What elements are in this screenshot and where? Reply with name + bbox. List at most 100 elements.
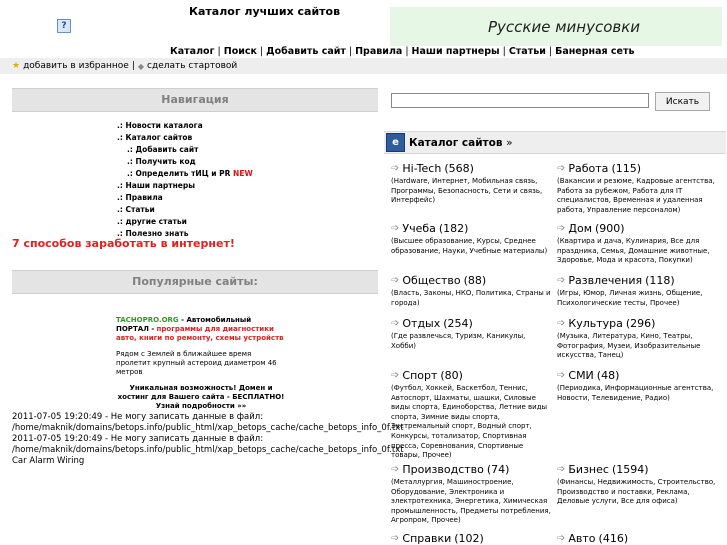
folder-arrow-icon: ➩ xyxy=(391,163,400,174)
catalog-title-arrow: » xyxy=(506,137,513,149)
category-link[interactable]: ➩ Общество (88) xyxy=(391,274,551,287)
broken-image-icon: ? xyxy=(57,19,71,33)
utility-bar: ★ добавить в избранное | ◆ сделать старт… xyxy=(0,58,727,74)
category-name: Учеба xyxy=(402,222,436,235)
utility-separator: | xyxy=(131,61,135,71)
nav-item-add-site[interactable]: .: Добавить сайт xyxy=(117,144,253,156)
folder-arrow-icon: ➩ xyxy=(391,275,400,286)
category-description: (Власть, Законы, НКО, Политика, Страны и… xyxy=(391,289,551,307)
folder-arrow-icon: ➩ xyxy=(557,318,566,329)
nav-link-banner-network[interactable]: Банерная сеть xyxy=(555,46,634,57)
category-link[interactable]: ➩ Бизнес (1594) xyxy=(557,463,717,476)
promo-brand: TACHOPRO.ORG xyxy=(116,316,179,324)
nav-item-get-code[interactable]: .: Получить код xyxy=(117,156,253,168)
category-link[interactable]: ➩ Развлечения (118) xyxy=(557,274,717,287)
car-alarm-link[interactable]: Car Alarm Wiring xyxy=(12,456,404,467)
nav-separator: | xyxy=(348,46,353,57)
catalog-title[interactable]: Каталог сайтов » xyxy=(409,137,513,149)
nav-item-prefix: .: xyxy=(117,133,123,142)
category-name: Авто xyxy=(568,532,596,545)
category-name: Дом xyxy=(568,222,593,235)
navigation-list: .: Новости каталога .: Каталог сайтов .:… xyxy=(117,120,253,240)
nav-item-prefix: .: xyxy=(117,181,123,190)
category-business: ➩ Бизнес (1594) (Финансы, Недвижимость, Ст… xyxy=(557,463,717,507)
asteroid-news-link[interactable]: Рядом с Землей в ближайшее время пролети… xyxy=(116,350,286,377)
promo-item-tachopro[interactable]: TACHOPRO.ORG - Автомобильный ПОРТАЛ - пр… xyxy=(116,316,286,343)
category-name: Общество xyxy=(402,274,461,287)
free-domain-link[interactable]: Уникальная возможность! Домен и хостинг … xyxy=(116,384,286,411)
nav-link-catalog[interactable]: Каталог xyxy=(170,46,215,57)
category-count: (102) xyxy=(454,532,484,545)
nav-item-partners[interactable]: .: Наши партнеры xyxy=(117,180,253,192)
nav-item-prefix: .: xyxy=(127,157,133,166)
folder-arrow-icon: ➩ xyxy=(557,464,566,475)
category-education: ➩ Учеба (182) (Высшее образование, Курсы, … xyxy=(391,222,551,256)
category-description: (Финансы, Недвижимость, Строительство, П… xyxy=(557,478,716,506)
popular-sites-heading: Популярные сайты: xyxy=(12,270,378,294)
category-manufacturing: ➩ Производство (74) (Металлургия, Машиност… xyxy=(391,463,551,526)
category-name: Развлечения xyxy=(568,274,643,287)
category-description: (Вакансии и резюме, Кадровые агентства, … xyxy=(557,177,715,214)
nav-item-check-tic-pr[interactable]: .: Определить тИЦ и PR NEW xyxy=(117,168,253,180)
category-link[interactable]: ➩ СМИ (48) xyxy=(557,369,717,382)
nav-separator: | xyxy=(548,46,553,57)
nav-link-articles[interactable]: Статьи xyxy=(509,46,546,57)
nav-item-rules[interactable]: .: Правила xyxy=(117,192,253,204)
category-link[interactable]: ➩ Культура (296) xyxy=(557,317,717,330)
homepage-icon: ◆ xyxy=(137,61,145,71)
catalog-title-label: Каталог сайтов xyxy=(409,137,503,149)
nav-item-label: Определить тИЦ и PR xyxy=(135,169,231,178)
category-description: (Металлургия, Машиностроение, Оборудован… xyxy=(391,478,551,525)
set-homepage-link[interactable]: сделать стартовой xyxy=(147,61,237,71)
navigation-heading: Навигация xyxy=(12,88,378,112)
earn-money-link[interactable]: 7 способов заработать в интернет! xyxy=(12,237,235,250)
add-to-favorites-link[interactable]: добавить в избранное xyxy=(23,61,129,71)
category-link[interactable]: ➩ Дом (900) xyxy=(557,222,717,235)
nav-item-label: Наши партнеры xyxy=(125,181,196,190)
error-line: /home/maknik/domains/betops.info/public_… xyxy=(12,445,404,455)
category-link[interactable]: ➩ Производство (74) xyxy=(391,463,551,476)
category-link[interactable]: ➩ Hi-Tech (568) xyxy=(391,162,551,175)
error-log: 2011-07-05 19:20:49 - Не могу записать д… xyxy=(12,412,404,467)
category-auto: ➩ Авто (416) xyxy=(557,532,717,545)
nav-item-other-articles[interactable]: .: другие статьи xyxy=(117,216,253,228)
category-leisure: ➩ Отдых (254) (Где развлечься, Туризм, Кан… xyxy=(391,317,551,351)
nav-link-rules[interactable]: Правила xyxy=(355,46,402,57)
category-name: Культура xyxy=(568,317,623,330)
nav-link-add-site[interactable]: Добавить сайт xyxy=(266,46,346,57)
popular-sites-list: TACHOPRO.ORG - Автомобильный ПОРТАЛ - пр… xyxy=(116,316,286,418)
banner-ad[interactable]: Русские минусовки xyxy=(390,7,722,46)
nav-item-label: Правила xyxy=(125,193,163,202)
category-count: (254) xyxy=(443,317,473,330)
category-link[interactable]: ➩ Работа (115) xyxy=(557,162,717,175)
nav-item-label: Статьи xyxy=(125,205,155,214)
search-input[interactable] xyxy=(391,93,649,108)
nav-item-news[interactable]: .: Новости каталога xyxy=(117,120,253,132)
category-link[interactable]: ➩ Учеба (182) xyxy=(391,222,551,235)
category-link[interactable]: ➩ Отдых (254) xyxy=(391,317,551,330)
nav-link-partners[interactable]: Наши партнеры xyxy=(412,46,500,57)
nav-link-search[interactable]: Поиск xyxy=(224,46,257,57)
category-link[interactable]: ➩ Справки (102) xyxy=(391,532,551,545)
search-button[interactable]: Искать xyxy=(655,92,710,111)
category-description: (Музыка, Литература, Кино, Театры, Фотог… xyxy=(557,332,701,360)
category-link[interactable]: ➩ Авто (416) xyxy=(557,532,717,545)
nav-separator: | xyxy=(405,46,409,57)
nav-item-label: Новости каталога xyxy=(125,121,203,130)
nav-separator: | xyxy=(259,46,264,57)
nav-item-articles[interactable]: .: Статьи xyxy=(117,204,253,216)
category-home: ➩ Дом (900) (Квартира и дача, Кулинария, В… xyxy=(557,222,717,266)
nav-item-label: Получить код xyxy=(135,157,196,166)
category-sport: ➩ Спорт (80) (Футбол, Хоккей, Баскетбол, Т… xyxy=(391,369,551,461)
folder-arrow-icon: ➩ xyxy=(557,370,566,381)
category-count: (74) xyxy=(486,463,510,476)
category-link[interactable]: ➩ Спорт (80) xyxy=(391,369,551,382)
error-line: 2011-07-05 19:20:49 - Не могу записать д… xyxy=(12,412,264,422)
nav-item-catalog[interactable]: .: Каталог сайтов xyxy=(117,132,253,144)
top-navigation: Каталог | Поиск | Добавить сайт | Правила | Наши… xyxy=(170,46,635,57)
banner-text: Русские минусовки xyxy=(488,17,641,36)
nav-item-prefix: .: xyxy=(117,193,123,202)
category-reference: ➩ Справки (102) xyxy=(391,532,551,545)
category-entertainment: ➩ Развлечения (118) (Игры, Юмор, Личная жи… xyxy=(557,274,717,308)
category-name: Бизнес xyxy=(568,463,609,476)
